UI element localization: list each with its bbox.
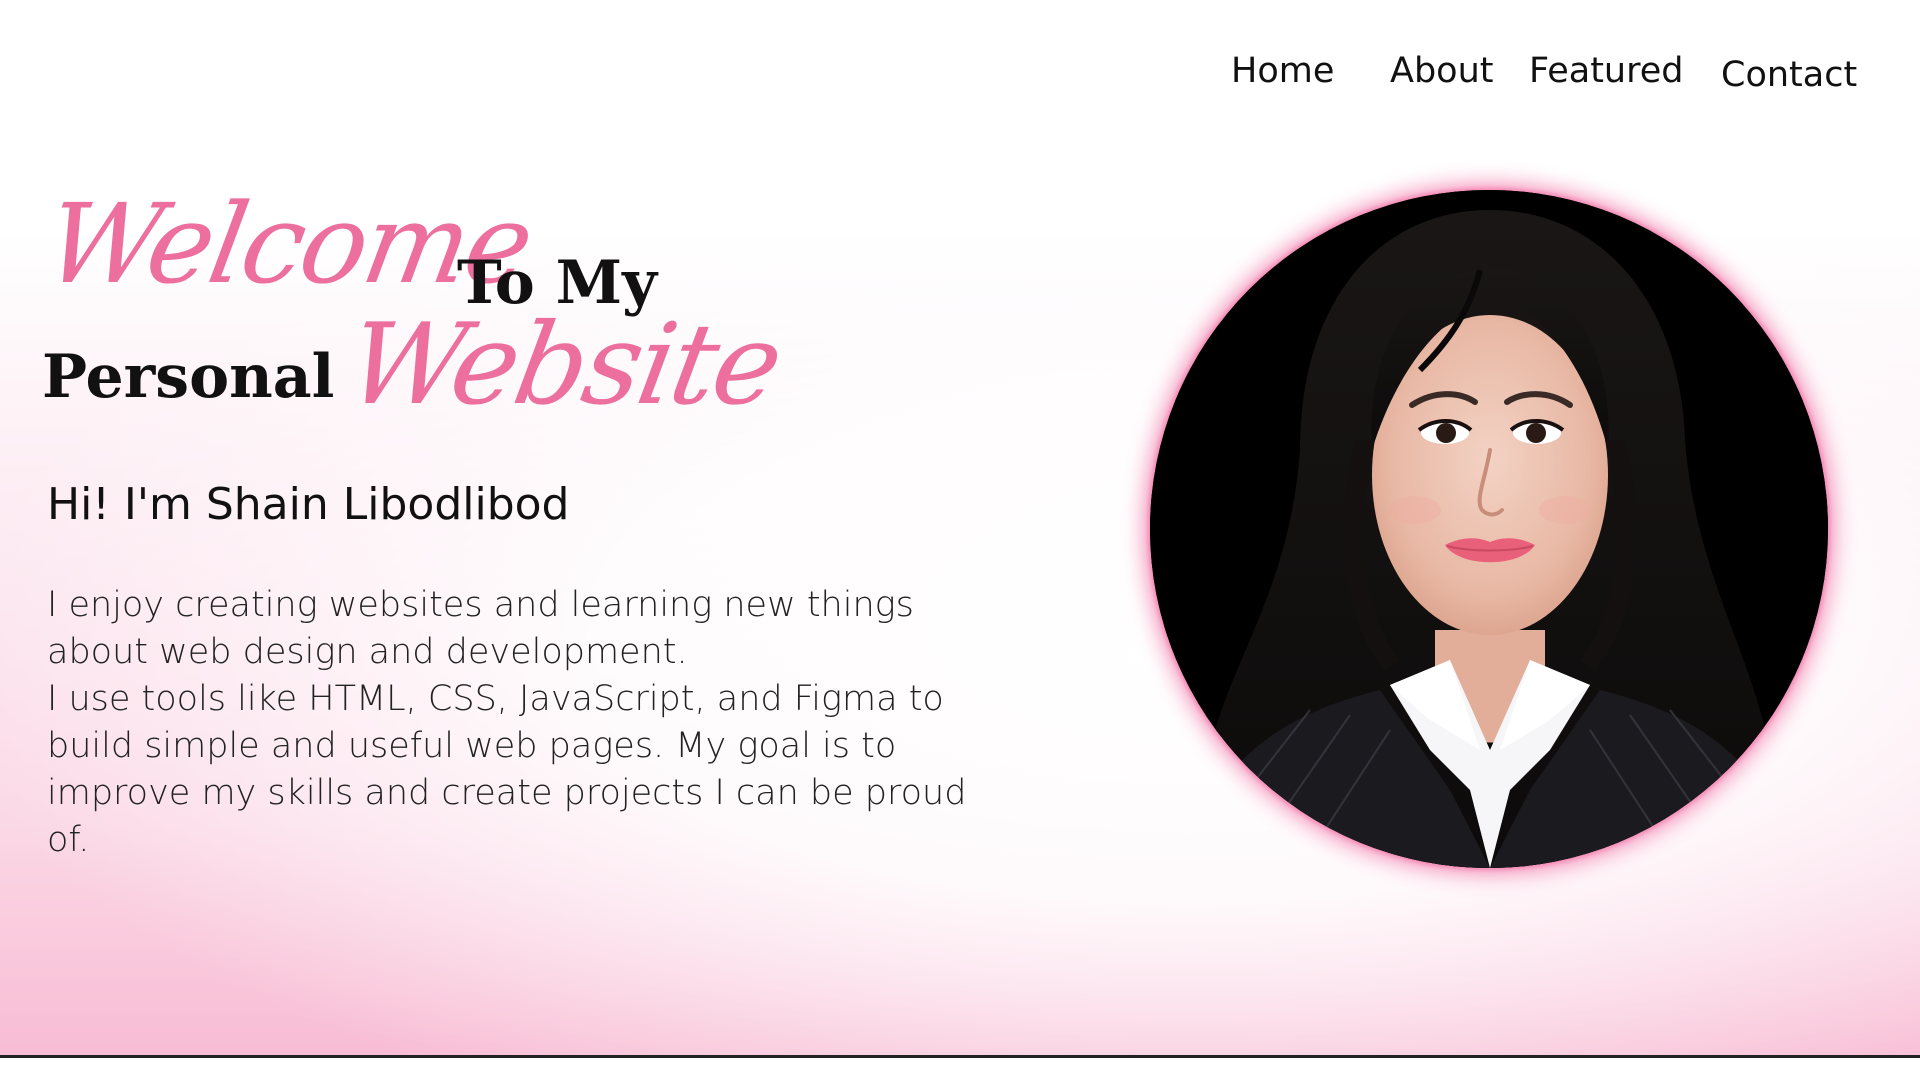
title-word-website: Website <box>338 300 790 430</box>
bottom-border <box>0 1055 1920 1083</box>
nav-link-about[interactable]: About <box>1390 51 1493 91</box>
intro-paragraph: I enjoy creating websites and learning n… <box>47 582 1007 864</box>
hero-section: Home About Featured Contact Welcome To M… <box>0 0 1920 1055</box>
top-navigation: Home About Featured Contact <box>0 0 1920 140</box>
hero-title: Welcome To My Personal Website <box>37 180 800 450</box>
profile-photo <box>1150 190 1828 868</box>
nav-link-contact[interactable]: Contact <box>1721 55 1857 95</box>
profile-photo-illustration <box>1150 190 1828 868</box>
intro-text-line-1: I enjoy creating websites and learning n… <box>47 585 914 672</box>
nav-link-featured[interactable]: Featured <box>1529 51 1683 91</box>
nav-link-home[interactable]: Home <box>1231 51 1334 91</box>
greeting-heading: Hi! I'm Shain Libodlibod <box>47 479 570 530</box>
title-word-personal: Personal <box>42 342 335 412</box>
intro-text-line-2: I use tools like HTML, CSS, JavaScript, … <box>47 679 967 860</box>
